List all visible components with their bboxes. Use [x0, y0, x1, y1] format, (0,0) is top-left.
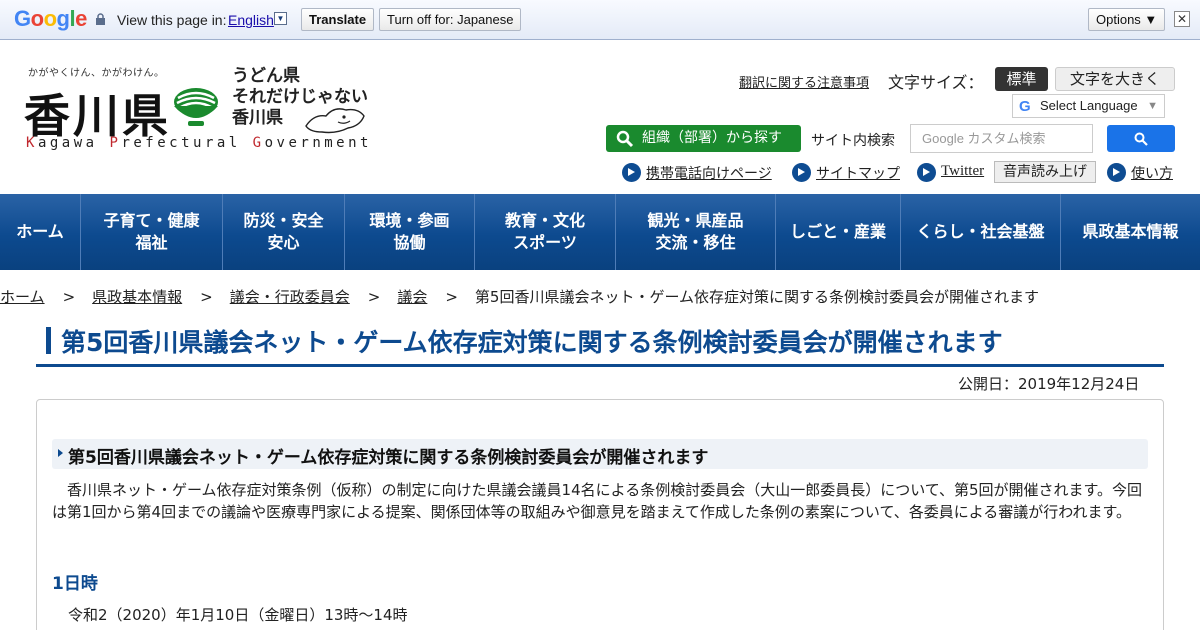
breadcrumb: ホーム > 県政基本情報 > 議会・行政委員会 > 議会 > 第5回香川県議会ネット・ゲーム依存…: [0, 286, 1039, 307]
twitter-link[interactable]: Twitter: [941, 163, 984, 180]
logo-en-text: agawa: [37, 135, 110, 151]
org-search-button[interactable]: 組織（部署）から探す: [606, 125, 801, 152]
nav-label: 協働: [393, 233, 426, 252]
breadcrumb-separator: >: [367, 288, 381, 306]
nav-label: 県政基本情報: [1082, 222, 1179, 241]
nav-label: 福祉: [135, 233, 168, 252]
search-input[interactable]: Google カスタム検索: [910, 124, 1093, 153]
nav-label: スポーツ: [513, 233, 577, 252]
global-nav: ホーム 子育て・健康 福祉 防災・安全安心 環境・参画協働 教育・文化スポーツ 観…: [0, 194, 1200, 270]
nav-item-tourism[interactable]: 観光・県産品 交流・移住: [616, 194, 776, 270]
breadcrumb-separator: >: [62, 288, 76, 306]
howto-link[interactable]: 使い方: [1131, 163, 1173, 183]
section-title-block: 第5回香川県議会ネット・ゲーム依存症対策に関する条例検討委員会が開催されます: [52, 439, 1148, 469]
nav-label: 防災・安全: [243, 211, 324, 230]
arrow-right-icon: [1107, 163, 1126, 182]
logo-en-letter: P: [109, 135, 122, 151]
nav-label: 安心: [267, 233, 300, 252]
breadcrumb-separator: >: [200, 288, 213, 306]
nav-item-education[interactable]: 教育・文化 スポーツ: [475, 194, 616, 270]
font-size-label: 文字サイズ：: [888, 73, 984, 92]
select-language-dropdown[interactable]: G Select Language ▼: [1012, 94, 1165, 118]
arrow-right-icon: [622, 163, 641, 182]
kagawa-map-icon: [305, 108, 365, 134]
font-size-large-button[interactable]: 文字を大きく: [1055, 67, 1175, 91]
arrow-right-icon: [917, 163, 936, 182]
logo-slogan: かがやくけん、かがわけん。: [28, 68, 165, 79]
options-button[interactable]: Options ▼: [1088, 8, 1166, 31]
nav-label: 環境・参画: [369, 211, 450, 230]
nav-label: くらし・社会基盤: [916, 222, 1045, 241]
view-page-in-label: View this page in:: [117, 12, 227, 28]
logo-en-letter: K: [26, 135, 38, 151]
section-title: 第5回香川県議会ネット・ゲーム依存症対策に関する条例検討委員会が開催されます: [68, 448, 709, 468]
nav-item-work[interactable]: しごと・産業: [776, 194, 901, 270]
nav-label: 教育・文化: [504, 211, 585, 230]
search-icon: [1134, 132, 1148, 146]
nav-label: 子育て・健康: [103, 211, 200, 230]
nav-item-prefecture-info[interactable]: 県政基本情報: [1061, 194, 1200, 270]
font-size-standard-button[interactable]: 標準: [995, 67, 1048, 91]
logo-en-letter: G: [252, 135, 265, 151]
turn-off-translation-button[interactable]: Turn off for: Japanese: [379, 8, 522, 31]
search-icon: [616, 130, 634, 148]
chevron-down-icon[interactable]: ▼: [274, 12, 287, 25]
search-button[interactable]: [1107, 125, 1175, 152]
arrow-right-icon: [792, 163, 811, 182]
page-title-block: 第5回香川県議会ネット・ゲーム依存症対策に関する条例検討委員会が開催されます: [36, 318, 1164, 367]
logo-en-text: refectural: [121, 135, 253, 151]
select-language-label: Select Language: [1040, 98, 1138, 113]
translation-note-link[interactable]: 翻訳に関する注意事項: [739, 72, 869, 91]
nav-item-environment[interactable]: 環境・参画 協働: [345, 194, 475, 270]
nav-item-childcare[interactable]: 子育て・健康 福祉: [81, 194, 223, 270]
published-date: 公開日：2019年12月24日: [958, 375, 1140, 393]
lock-icon: [96, 13, 105, 25]
mobile-page-link[interactable]: 携帯電話向けページ: [646, 163, 772, 183]
chevron-down-icon: ▼: [1147, 100, 1158, 112]
breadcrumb-link[interactable]: 議会・行政委員会: [230, 288, 350, 306]
sitemap-link[interactable]: サイトマップ: [816, 163, 900, 183]
nav-label: 交流・移住: [655, 233, 736, 252]
page-title: 第5回香川県議会ネット・ゲーム依存症対策に関する条例検討委員会が開催されます: [61, 328, 1003, 357]
close-icon[interactable]: ✕: [1174, 11, 1190, 27]
translate-language-link[interactable]: English: [228, 12, 274, 28]
nav-item-living[interactable]: くらし・社会基盤: [901, 194, 1061, 270]
logo-en-text: overnment: [264, 135, 372, 151]
breadcrumb-separator: >: [445, 288, 458, 306]
udon-bowl-icon: [174, 88, 218, 126]
google-translate-bar: Google View this page in: English ▼ Tran…: [0, 0, 1200, 40]
nav-label: ホーム: [16, 222, 64, 241]
breadcrumb-current: 第5回香川県議会ネット・ゲーム依存症対策に関する条例検討委員会が開催されます: [474, 288, 1040, 306]
breadcrumb-link[interactable]: 議会: [397, 288, 427, 306]
site-search-label: サイト内検索: [811, 133, 895, 149]
breadcrumb-link[interactable]: ホーム: [0, 288, 45, 306]
org-search-label: 組織（部署）から探す: [642, 130, 782, 146]
google-g-icon: G: [1019, 98, 1031, 115]
body-paragraph: 香川県ネット・ゲーム依存症対策条例（仮称）の制定に向けた県議会議員14名による条…: [52, 481, 1143, 521]
nav-label: しごと・産業: [789, 222, 886, 241]
triangle-right-icon: [58, 449, 63, 457]
voice-reader-button[interactable]: 音声読み上げ: [994, 161, 1096, 183]
title-accent-bar: [46, 327, 51, 354]
breadcrumb-link[interactable]: 県政基本情報: [92, 288, 182, 306]
nav-item-home[interactable]: ホーム: [0, 194, 81, 270]
google-logo: Google: [14, 6, 87, 31]
tagline-line: うどん県: [232, 66, 300, 86]
event-date: 令和2（2020）年1月10日（金曜日）13時～14時: [68, 606, 408, 624]
translate-button[interactable]: Translate: [301, 8, 375, 31]
nav-label: 観光・県産品: [647, 211, 744, 230]
nav-item-safety[interactable]: 防災・安全 安心: [223, 194, 345, 270]
logo-english: Kagawa Prefectural Government: [26, 135, 372, 151]
section-heading: 1日時: [52, 574, 98, 594]
